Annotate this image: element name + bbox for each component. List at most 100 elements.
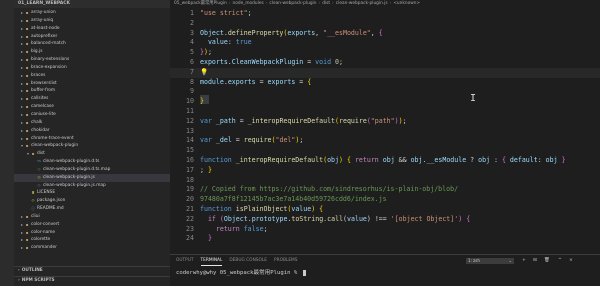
tree-item-label: color-name (31, 229, 56, 235)
breadcrumb-item[interactable]: clean-webpack-plugin (269, 1, 316, 6)
npm-scripts-label: NPM SCRIPTS (21, 278, 55, 283)
tree-item[interactable]: ▸ ▪ big.js (14, 48, 170, 56)
code-line[interactable]: 20 97480a7f8f12145b7ac3e7a14b40d59726cdd6… (170, 195, 600, 205)
chevron-right-icon: ▸ (20, 127, 23, 133)
maximize-panel-icon[interactable]: ^ (558, 257, 562, 265)
explorer-sidebar: 01_LEARN_WEBPACK ▸ ▪ array-union ▸ ▪ array-un… (14, 0, 170, 286)
chevron-right-icon: ▸ (20, 135, 23, 141)
tree-item[interactable]: ▾ ▪ dist (14, 150, 170, 158)
tab-problems[interactable]: PROBLEMS (274, 257, 297, 265)
code-line[interactable]: 23 return false; (170, 225, 600, 235)
code-line[interactable]: 1 "use strict"; (170, 9, 600, 19)
tab-terminal[interactable]: TERMINAL (200, 257, 223, 266)
tree-item[interactable]: ▸ ▪ browserslist (14, 80, 170, 88)
tree-item[interactable]: ▸ ▪ brace-expansion (14, 64, 170, 72)
tree-item[interactable]: ▸ ▪ camelcase (14, 103, 170, 111)
code-line[interactable]: 3 Object.defineProperty(exports, "__esMod… (170, 29, 600, 39)
code-text: function isPlainObject(value) { (200, 205, 324, 213)
trash-icon[interactable]: 🗑 (544, 257, 550, 265)
code-line[interactable]: 14 var _del = require("del"); (170, 136, 600, 146)
code-line[interactable]: 24 } (170, 234, 600, 244)
tree-item-label: camelcase (31, 104, 54, 110)
terminal-select[interactable]: 1: zsh ⌄ (466, 258, 514, 264)
tree-item-label: at-least-node (31, 25, 60, 31)
license-file-icon: ♜ (31, 190, 35, 196)
code-line[interactable]: 16 function _interopRequireDefault(obj) {… (170, 156, 600, 166)
code-line[interactable]: 18 (170, 176, 600, 186)
tree-item[interactable]: ▸ ▪ binary-extensions (14, 56, 170, 64)
tab-output[interactable]: OUTPUT (176, 257, 194, 265)
tree-item[interactable]: ♜ LICENSE (14, 189, 170, 197)
new-terminal-icon[interactable]: + (522, 257, 526, 265)
chevron-right-icon: › (18, 278, 20, 283)
npm-scripts-section[interactable]: › NPM SCRIPTS (14, 276, 170, 284)
tree-item[interactable]: ▸ ▪ color-name (14, 229, 170, 237)
code-line[interactable]: 8 module.exports = exports = { (170, 78, 600, 88)
tree-item[interactable]: ⓘ README.md (14, 205, 170, 213)
code-text: value: true (207, 38, 252, 47)
code-line[interactable]: 22 if (Object.prototype.toString.call(va… (170, 215, 600, 225)
tree-item-label: clean-webpack-plugin.js.map (43, 182, 106, 188)
code-line[interactable]: 2 (170, 19, 600, 29)
tree-item[interactable]: ▸ ▪ array-uniq (14, 17, 170, 25)
tree-item[interactable]: ▸ ▪ color-convert (14, 221, 170, 229)
code-line[interactable]: 12 var _path = _interopRequireDefault(req… (170, 117, 600, 127)
close-panel-icon[interactable]: × (569, 257, 573, 265)
code-text: 97480a7f8f12145b7ac3e7a14b40d59726cdd6/i… (200, 195, 387, 204)
breadcrumb-item[interactable]: 05_webpack最常用Plugin (174, 1, 227, 6)
tree-item[interactable]: ▸ ▪ cliui (14, 213, 170, 221)
code-line[interactable]: 17 ; } (170, 166, 600, 176)
chevron-right-icon: ▸ (20, 237, 23, 243)
line-number: 17 (186, 165, 194, 174)
code-area[interactable]: 1 "use strict"; 2 3 Object.defineProperty(ex… (170, 8, 600, 254)
tree-item-label: package.json (37, 198, 66, 204)
tree-item[interactable]: ▸ ▪ chrome-trace-event (14, 135, 170, 143)
tree-item[interactable]: ▸ ▪ array-union (14, 9, 170, 17)
code-line[interactable]: 10} (170, 97, 600, 107)
chevron-right-icon: ▸ (20, 96, 23, 102)
code-line[interactable]: 4 value: true (170, 38, 600, 48)
code-line[interactable]: 15 (170, 146, 600, 156)
tree-item[interactable]: ▸ ▪ chalk (14, 119, 170, 127)
tree-item[interactable]: ▸ ▪ chokidar (14, 127, 170, 135)
tree-item[interactable]: ▸ ▪ buffer-from (14, 87, 170, 95)
split-terminal-icon[interactable]: ⊟ (533, 257, 537, 265)
code-line[interactable]: 5}); (170, 48, 600, 58)
tree-item[interactable]: ▸ ▪ commander (14, 244, 170, 252)
breadcrumb-item[interactable]: node_modules (232, 1, 263, 6)
tree-item[interactable]: ▸ ▪ colorette (14, 236, 170, 244)
code-text: // Copied from https://github.com/sindre… (200, 185, 459, 194)
outline-section[interactable]: › OUTLINE (14, 266, 170, 274)
code-line[interactable]: 19 // Copied from https://github.com/sind… (170, 185, 600, 195)
tree-item[interactable]: ▸ ▪ balanced-match (14, 40, 170, 48)
folder-icon: ▪ (25, 57, 29, 63)
code-text: return false; (215, 224, 268, 233)
tree-item[interactable]: {} clean-webpack-plugin.d.ts.map (14, 166, 170, 174)
tree-item[interactable]: ▸ ▪ at-least-node (14, 25, 170, 33)
line-number: 23 (186, 224, 194, 233)
breadcrumb-item[interactable]: <unknown> (393, 1, 420, 6)
tree-item[interactable]: ▸ ▪ callsites (14, 95, 170, 103)
code-line[interactable]: 21 function isPlainObject(value) { (170, 205, 600, 215)
code-line[interactable]: 9 (170, 87, 600, 97)
line-number: 16 (186, 156, 194, 164)
folder-icon: ▪ (25, 111, 29, 117)
tab-debug-console[interactable]: DEBUG CONSOLE (229, 257, 267, 265)
tree-item[interactable]: ▾ ▪ clean-webpack-plugin (14, 142, 170, 150)
tree-item[interactable]: ▸ ▪ braces (14, 72, 170, 80)
code-line[interactable]: 7 💡 (170, 67, 600, 78)
terminal-output[interactable]: coderwhy@why 05_webpack最常用Plugin % (176, 269, 306, 277)
tree-item[interactable]: {} clean-webpack-plugin.js.map (14, 182, 170, 190)
breadcrumb-item[interactable]: dist (322, 1, 330, 6)
breadcrumb-item[interactable]: clean-webpack-plugin.js (336, 1, 388, 6)
tree-item[interactable]: ▸ ▪ caniuse-lite (14, 111, 170, 119)
code-editor[interactable]: 05_webpack最常用Plugin › node_modules › clean-w… (170, 0, 600, 286)
tree-item[interactable]: ▸ ▪ autoprefixer (14, 33, 170, 41)
code-line[interactable]: 11 (170, 107, 600, 117)
code-line[interactable]: 13 (170, 127, 600, 137)
tree-item[interactable]: {} clean-webpack-plugin.js (14, 173, 170, 182)
code-text: exports.CleanWebpackPlugin = void 0; (200, 58, 344, 66)
code-line[interactable]: 6 exports.CleanWebpackPlugin = void 0; (170, 58, 600, 68)
tree-item[interactable]: TS clean-webpack-plugin.d.ts (14, 158, 170, 166)
tree-item[interactable]: {} package.json (14, 197, 170, 205)
